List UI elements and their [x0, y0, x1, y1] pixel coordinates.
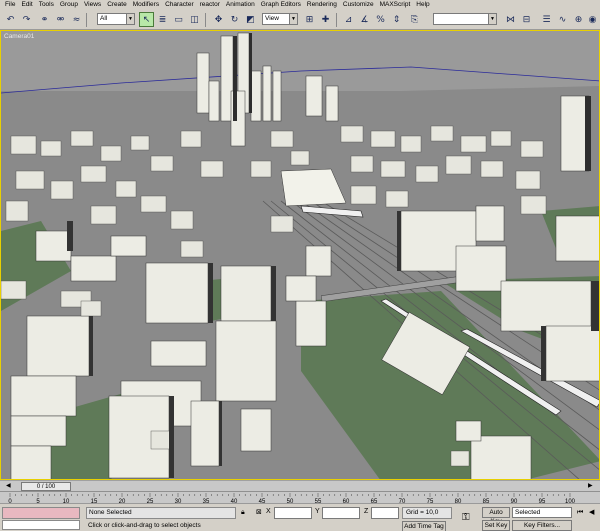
menu-animation[interactable]: Animation: [223, 0, 258, 10]
transform-mode-icon[interactable]: ⊠: [256, 508, 262, 516]
rotate-icon[interactable]: ↻: [227, 12, 242, 27]
menu-customize[interactable]: Customize: [340, 0, 377, 10]
align-icon[interactable]: ⊟: [519, 12, 534, 27]
menu-character[interactable]: Character: [162, 0, 197, 10]
redo-icon[interactable]: ↷: [19, 12, 34, 27]
x-label: X: [266, 508, 271, 515]
menu-group[interactable]: Group: [57, 0, 81, 10]
menu-rendering[interactable]: Rendering: [304, 0, 340, 10]
pivot-center-icon[interactable]: ⊞: [302, 12, 317, 27]
selection-filter-dropdown[interactable]: All ▼: [97, 13, 135, 25]
viewport-label[interactable]: Camera01: [4, 33, 34, 40]
y-coord-field[interactable]: [322, 507, 360, 519]
ref-coord-value: View: [265, 15, 279, 22]
lock-icon[interactable]: 🔒︎: [241, 508, 245, 517]
prev-key-icon[interactable]: ◀: [589, 508, 594, 516]
move-icon[interactable]: ✥: [211, 12, 226, 27]
named-selection-dropdown[interactable]: ▼: [433, 13, 497, 25]
grid-display: Grid = 10,0: [402, 507, 452, 519]
menu-create[interactable]: Create: [104, 0, 130, 10]
menu-tools[interactable]: Tools: [36, 0, 57, 10]
material-editor-icon[interactable]: ◉: [585, 12, 600, 27]
select-object-icon[interactable]: ↖: [139, 12, 154, 27]
go-to-start-icon[interactable]: ⏮: [577, 508, 583, 517]
maxscript-input[interactable]: [2, 520, 80, 530]
x-coord-field[interactable]: [274, 507, 312, 519]
prompt-line: Click or click-and-drag to select object…: [88, 522, 201, 529]
time-slider[interactable]: ◀ 0 / 100 ▶: [0, 480, 600, 491]
chevron-down-icon: ▼: [488, 14, 496, 24]
chevron-down-icon: ▼: [126, 14, 134, 24]
unlink-icon[interactable]: ⚮: [53, 12, 68, 27]
layer-manager-icon[interactable]: ☰: [539, 12, 554, 27]
3dsmax-window: File Edit Tools Group Views Create Modif…: [0, 0, 600, 531]
spinner-snap-icon[interactable]: ⇕: [389, 12, 404, 27]
prev-frame-icon[interactable]: ◀: [6, 482, 11, 489]
key-mode-dropdown[interactable]: Selected: [512, 507, 572, 518]
key-icon[interactable]: ⚿: [462, 512, 470, 523]
maxscript-listener[interactable]: [2, 507, 80, 519]
select-manipulate-icon[interactable]: ✚: [318, 12, 333, 27]
menu-maxscript[interactable]: MAXScript: [377, 0, 414, 10]
z-label: Z: [364, 508, 369, 515]
camera-viewport[interactable]: Camera01: [0, 30, 600, 480]
time-slider-thumb[interactable]: 0 / 100: [21, 482, 71, 491]
select-by-name-icon[interactable]: ≣: [155, 12, 170, 27]
scale-icon[interactable]: ◩: [243, 12, 258, 27]
key-mode-value: Selected: [515, 509, 541, 516]
chevron-down-icon: ▼: [289, 14, 297, 24]
z-coord-field[interactable]: [371, 507, 399, 519]
key-filters-button[interactable]: Key Filters...: [512, 520, 572, 531]
add-time-tag-button[interactable]: Add Time Tag: [402, 521, 446, 531]
rect-selection-icon[interactable]: ▭: [171, 12, 186, 27]
menu-reactor[interactable]: reactor: [197, 0, 223, 10]
curve-editor-icon[interactable]: ∿: [555, 12, 570, 27]
auto-key-button[interactable]: Auto Key: [482, 507, 510, 525]
select-link-icon[interactable]: ⚭: [37, 12, 52, 27]
ref-coord-dropdown[interactable]: View ▼: [262, 13, 298, 25]
schematic-view-icon[interactable]: ⊕: [571, 12, 586, 27]
angle-snap-icon[interactable]: ∡: [357, 12, 372, 27]
menu-bar: File Edit Tools Group Views Create Modif…: [0, 0, 600, 10]
main-toolbar: ↶ ↷ ⚭ ⚮ ≈ All ▼ ↖ ≣ ▭ ◫ ✥ ↻ ◩ View ▼ ⊞ ✚…: [0, 10, 600, 30]
selection-filter-value: All: [100, 15, 108, 22]
city-scene: [1, 31, 599, 479]
menu-graph-editors[interactable]: Graph Editors: [258, 0, 304, 10]
set-key-button[interactable]: Set Key: [482, 520, 510, 531]
menu-modifiers[interactable]: Modifiers: [130, 0, 162, 10]
selection-status: None Selected: [86, 507, 236, 519]
snap-3d-icon[interactable]: ⊿: [341, 12, 356, 27]
status-bar: None Selected Click or click-and-drag to…: [0, 503, 600, 531]
bind-space-warp-icon[interactable]: ≈: [69, 12, 84, 27]
window-crossing-icon[interactable]: ◫: [187, 12, 202, 27]
menu-file[interactable]: File: [2, 0, 18, 10]
percent-snap-icon[interactable]: %: [373, 12, 388, 27]
y-label: Y: [315, 508, 320, 515]
edit-named-selection-icon[interactable]: ⎘: [407, 12, 422, 27]
menu-edit[interactable]: Edit: [18, 0, 35, 10]
menu-views[interactable]: Views: [81, 0, 104, 10]
track-bar[interactable]: 0 5 10 15 20 25 30 35 40 45 50 55 60 65 70 75 80 85 90 95 10…: [0, 491, 600, 505]
mirror-icon[interactable]: ⋈: [503, 12, 518, 27]
next-frame-icon[interactable]: ▶: [588, 482, 593, 489]
undo-icon[interactable]: ↶: [3, 12, 18, 27]
menu-help[interactable]: Help: [413, 0, 432, 10]
